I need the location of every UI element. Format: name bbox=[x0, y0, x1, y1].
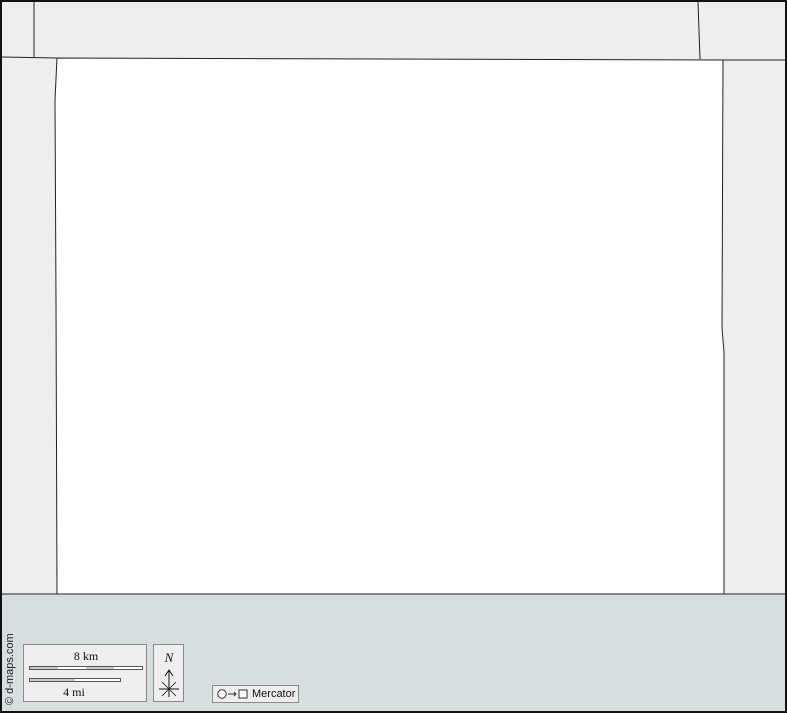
north-arrow: N bbox=[153, 644, 184, 702]
credit-text: © d-maps.com bbox=[4, 633, 16, 705]
main-region bbox=[54, 57, 725, 595]
north-label: N bbox=[164, 650, 174, 665]
scale-km-bar bbox=[29, 666, 143, 670]
projection-label: Mercator bbox=[212, 685, 299, 703]
projection-name: Mercator bbox=[252, 688, 296, 700]
scale-bar: 8 km 4 mi bbox=[23, 644, 147, 702]
scale-km-label: 8 km bbox=[73, 649, 99, 663]
scale-mi-bar bbox=[29, 678, 121, 682]
circle-to-square-icon bbox=[216, 688, 250, 700]
map-canvas bbox=[0, 0, 787, 713]
scale-mi-label: 4 mi bbox=[63, 685, 85, 699]
compass-rose-icon bbox=[159, 669, 179, 697]
